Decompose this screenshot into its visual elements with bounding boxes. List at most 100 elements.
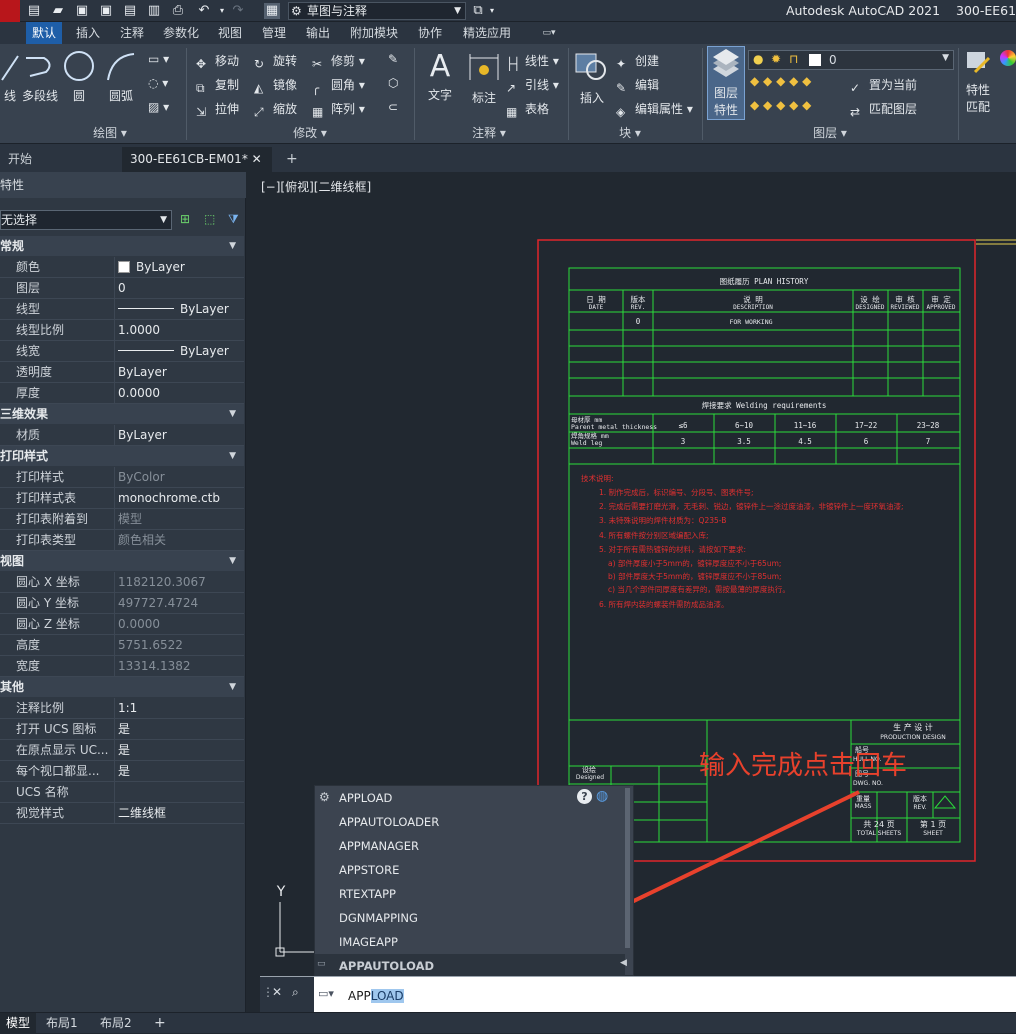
property-row[interactable]: 打印表附着到 模型 [0, 509, 244, 530]
tab-default[interactable]: 默认 [26, 22, 62, 44]
cloud-open-icon[interactable]: ▤ [122, 3, 138, 19]
modify-panel-label[interactable]: 修改 ▾ [250, 124, 370, 142]
properties-button[interactable]: 特性 匹配 [962, 48, 994, 115]
circle-button[interactable]: 圆 [62, 50, 96, 104]
scale-button[interactable]: ⤢ 缩放 [254, 100, 297, 121]
tab-featured-apps[interactable]: 精选应用 [456, 22, 518, 44]
autocomplete-item[interactable]: APPAUTOLOADER [315, 810, 625, 834]
tab-collaborate[interactable]: 协作 [412, 22, 448, 44]
property-row[interactable]: 颜色 ByLayer [0, 257, 244, 278]
property-row[interactable]: 注释比例 1:1 [0, 698, 244, 719]
autocomplete-item[interactable]: DGNMAPPING [315, 906, 625, 930]
arc-button[interactable]: 圆弧 [104, 50, 138, 104]
color-wheel-icon[interactable] [1000, 50, 1016, 66]
property-row[interactable]: 打印样式表 monochrome.ctb [0, 488, 244, 509]
tab-parametric[interactable]: 参数化 [158, 22, 204, 44]
cloud-save-icon[interactable]: ▥ [146, 3, 162, 19]
mirror-button[interactable]: ◭ 镜像 [254, 76, 297, 97]
section-header[interactable]: 三维效果 ▼ [0, 404, 244, 424]
gradient-icon[interactable]: ▨ ▾ [148, 100, 169, 114]
line-button[interactable]: 线 [0, 50, 20, 104]
rotate-button[interactable]: ↻ 旋转 [254, 52, 297, 73]
copy-button[interactable]: ⧉ 复制 [196, 76, 239, 97]
property-row[interactable]: 厚度 0.0000 [0, 383, 244, 404]
rectangle-icon[interactable]: ▭ ▾ [148, 52, 169, 66]
command-prompt-icon[interactable]: ▭▾ [318, 987, 334, 1000]
property-row[interactable]: 圆心 Z 坐标 0.0000 [0, 614, 244, 635]
edit-block-button[interactable]: ✎ 编辑 [616, 76, 659, 97]
leader-button[interactable]: ↗ 引线 ▾ [506, 76, 559, 97]
workspace-select[interactable]: ⚙ 草图与注释 ▼ [288, 2, 466, 20]
autocomplete-item[interactable]: APPSTORE [315, 858, 625, 882]
ribbon-minimize-icon[interactable]: ▭▾ [538, 22, 560, 44]
property-row[interactable]: 圆心 X 坐标 1182120.3067 [0, 572, 244, 593]
tab-insert[interactable]: 插入 [70, 22, 106, 44]
linear-dim-button[interactable]: ├┤ 线性 ▾ [506, 52, 559, 73]
new-file-icon[interactable]: ▤ [26, 3, 42, 19]
move-button[interactable]: ✥ 移动 [196, 52, 239, 73]
collapse-arrow-icon[interactable]: ▼ [229, 404, 236, 424]
tab-manage[interactable]: 管理 [256, 22, 292, 44]
customize-dropdown-icon[interactable]: ▾ [484, 3, 500, 19]
quick-select-icon[interactable]: ⧩ [228, 212, 239, 227]
layer-properties-button[interactable]: 图层 特性 [707, 46, 745, 120]
autocomplete-item[interactable]: IMAGEAPP [315, 930, 625, 954]
workspace-switch-icon[interactable]: ▦ [264, 3, 280, 19]
command-input[interactable]: APPLOAD [348, 989, 404, 1003]
trim-button[interactable]: ✂ 修剪 ▾ [312, 52, 365, 73]
property-row[interactable]: 线型比例 1.0000 [0, 320, 244, 341]
tab-model[interactable]: 模型 [0, 1013, 37, 1034]
section-header[interactable]: 视图 ▼ [0, 551, 244, 571]
property-row[interactable]: 材质 ByLayer [0, 425, 244, 446]
property-row[interactable]: 线宽 ByLayer [0, 341, 244, 362]
property-row[interactable]: UCS 名称 [0, 782, 244, 803]
block-panel-label[interactable]: 块 ▾ [610, 124, 650, 142]
layers-panel-label[interactable]: 图层 ▾ [800, 124, 860, 142]
property-row[interactable]: 视觉样式 二维线框 [0, 803, 244, 824]
property-row[interactable]: 打印表类型 颜色相关 [0, 530, 244, 551]
redo-icon[interactable]: ↷ [230, 3, 246, 19]
array-button[interactable]: ▦ 阵列 ▾ [312, 100, 365, 121]
annotation-panel-label[interactable]: 注释 ▾ [454, 124, 524, 142]
set-current-layer-button[interactable]: ✓ 置为当前 [850, 76, 917, 97]
undo-icon[interactable]: ↶ [196, 3, 212, 19]
scrollbar[interactable] [625, 788, 630, 948]
tab-addins[interactable]: 附加模块 [344, 22, 404, 44]
fillet-button[interactable]: ╭ 圆角 ▾ [312, 76, 365, 97]
table-button[interactable]: ▦ 表格 [506, 100, 549, 121]
autocomplete-item[interactable]: APPMANAGER [315, 834, 625, 858]
add-layout-plus-icon[interactable]: + [148, 1013, 172, 1034]
property-row[interactable]: 打印样式 ByColor [0, 467, 244, 488]
new-tab-plus-icon[interactable]: + [278, 147, 304, 172]
save-icon[interactable]: ▣ [74, 3, 90, 19]
insert-block-button[interactable]: 插入 [572, 48, 612, 106]
close-icon[interactable]: ✕ [252, 152, 262, 166]
select-objects-icon[interactable]: ⬚ [204, 212, 215, 226]
dimension-button[interactable]: 标注 [464, 50, 504, 106]
layer-dropdown[interactable]: ● ✹ ⊓ 0 ▼ [748, 50, 954, 70]
tab-output[interactable]: 输出 [300, 22, 336, 44]
autocad-logo-icon[interactable] [0, 0, 20, 22]
selection-dropdown[interactable]: 无选择 ▼ [0, 210, 172, 230]
hatch-icon[interactable]: ◌ ▾ [148, 76, 168, 90]
open-file-icon[interactable]: ▰ [50, 3, 66, 19]
property-row[interactable]: 宽度 13314.1382 [0, 656, 244, 677]
collapse-arrow-icon[interactable]: ▼ [229, 446, 236, 466]
tab-drawing[interactable]: 300-EE61CB-EM01* ✕ [122, 147, 272, 172]
autocomplete-item[interactable]: RTEXTAPP [315, 882, 625, 906]
erase-icon[interactable]: ✎ [388, 52, 398, 66]
property-row[interactable]: 在原点显示 UC... 是 [0, 740, 244, 761]
autocomplete-item[interactable]: APPLOAD [315, 786, 625, 810]
tab-annotate[interactable]: 注释 [114, 22, 150, 44]
offset-icon[interactable]: ⊂ [388, 100, 398, 114]
print-icon[interactable]: ⎙ [170, 3, 186, 19]
collapse-arrow-icon[interactable]: ▼ [229, 551, 236, 571]
stretch-button[interactable]: ⇲ 拉伸 [196, 100, 239, 121]
edit-attributes-button[interactable]: ◈ 编辑属性 ▾ [616, 100, 693, 121]
toggle-pickadd-icon[interactable]: ⊞ [180, 212, 190, 226]
draw-panel-label[interactable]: 绘图 ▾ [40, 124, 180, 142]
undo-dropdown-icon[interactable]: ▾ [214, 3, 230, 19]
layer-tools-row1-icon[interactable]: ◆ ◆ ◆ ◆ ◆ [750, 74, 811, 88]
property-row[interactable]: 圆心 Y 坐标 497727.4724 [0, 593, 244, 614]
section-header[interactable]: 打印样式 ▼ [0, 446, 244, 466]
